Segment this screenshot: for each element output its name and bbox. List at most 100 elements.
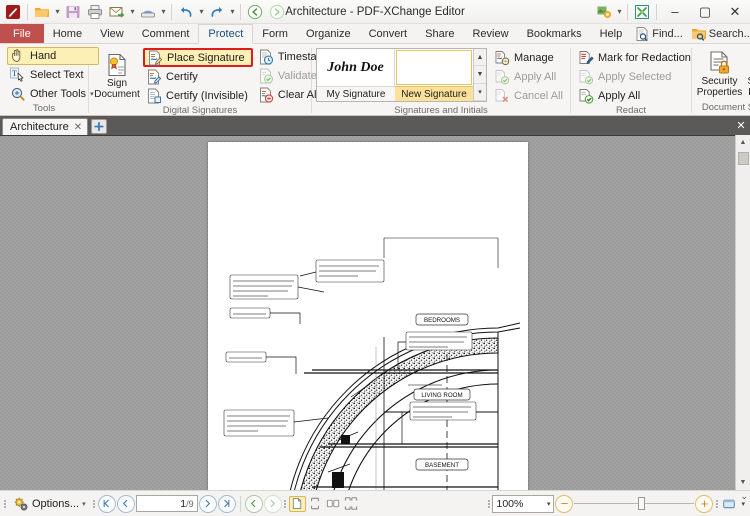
certify-invisible-label: Certify (Invisible) [166, 90, 248, 102]
email-button[interactable] [106, 1, 128, 22]
zoom-dropdown-caret[interactable]: ▾ [547, 500, 551, 508]
scan-button[interactable] [137, 1, 159, 22]
tab-convert[interactable]: Convert [360, 24, 417, 43]
document-tab-architecture[interactable]: Architecture ✕ [2, 118, 89, 135]
tab-review[interactable]: Review [463, 24, 517, 43]
room-label-living-room: LIVING ROOM [413, 388, 471, 401]
zoom-slider-knob[interactable] [638, 497, 646, 510]
qat-divider [27, 3, 28, 20]
fit-page-button[interactable] [720, 496, 737, 512]
tab-home[interactable]: Home [44, 24, 91, 43]
security-policies-button[interactable]: Security Policies [743, 47, 750, 101]
open-file-caret[interactable]: ▾ [53, 1, 62, 22]
vertical-scrollbar[interactable]: ▲ ▼ [735, 135, 750, 490]
certify-invisible-icon [146, 88, 162, 104]
zoom-out-button[interactable]: − [555, 494, 574, 513]
tab-comment[interactable]: Comment [133, 24, 199, 43]
layout-two-pages-button[interactable] [325, 496, 342, 512]
save-button[interactable] [62, 1, 84, 22]
cancel-all-signatures-button[interactable]: Cancel All [491, 87, 568, 105]
sign-document-button[interactable]: Sign Document [93, 49, 141, 103]
manage-signatures-button[interactable]: Manage [491, 49, 568, 67]
open-file-button[interactable] [31, 1, 53, 22]
menu-file[interactable]: File [0, 24, 44, 43]
new-tab-button[interactable] [91, 119, 108, 134]
close-button[interactable]: ✕ [720, 0, 750, 24]
scroll-track[interactable] [736, 150, 750, 475]
search-button[interactable]: Search... [688, 26, 750, 42]
tab-bookmarks[interactable]: Bookmarks [518, 24, 591, 43]
nav-back-button[interactable] [244, 1, 266, 22]
signature-gallery: John Doe My Signature New Signature ▲ ▼ … [316, 48, 487, 102]
new-signature-preview [396, 50, 472, 85]
signature-gallery-item-new-signature[interactable]: New Signature [395, 49, 473, 101]
pdf-page[interactable]: BEDROOMS LIVING ROOM BASEMENT [208, 142, 528, 490]
tab-form[interactable]: Form [253, 24, 297, 43]
apply-selected-redaction-icon [578, 69, 594, 85]
last-page-button[interactable] [217, 494, 236, 513]
page-canvas[interactable]: BEDROOMS LIVING ROOM BASEMENT [0, 135, 735, 490]
security-properties-button[interactable]: Security Properties [696, 47, 743, 101]
previous-page-button[interactable] [116, 494, 135, 513]
print-button[interactable] [84, 1, 106, 22]
other-tools-button[interactable]: Other Tools ▾ [7, 85, 99, 103]
document-tab-close-icon[interactable]: ✕ [74, 122, 82, 133]
first-page-button[interactable] [97, 494, 116, 513]
options-caret[interactable]: ▾ [82, 500, 86, 508]
place-signature-button[interactable]: Place Signature [143, 48, 253, 67]
redo-caret[interactable]: ▾ [228, 1, 237, 22]
hand-tool-button[interactable]: Hand [7, 47, 99, 65]
scroll-up-arrow[interactable]: ▲ [736, 135, 750, 150]
nav-forward-button[interactable] [266, 1, 288, 22]
gallery-expand[interactable]: ▾ [474, 83, 486, 101]
select-text-icon: T [10, 67, 26, 83]
security-properties-label-1: Security [701, 76, 738, 87]
scroll-down-arrow[interactable]: ▼ [736, 475, 750, 490]
zoom-in-button[interactable]: + [695, 494, 714, 513]
history-back-button[interactable] [244, 494, 263, 513]
tab-view[interactable]: View [91, 24, 133, 43]
email-caret[interactable]: ▾ [128, 1, 137, 22]
history-forward-button[interactable] [263, 494, 282, 513]
redo-button[interactable] [206, 1, 228, 22]
certify-button[interactable]: Certify [143, 68, 253, 86]
zoom-level-select[interactable]: 100% ▾ [492, 494, 555, 513]
zoom-slider[interactable] [574, 495, 695, 513]
close-all-tabs-button[interactable]: ✕ [732, 116, 750, 135]
select-text-button[interactable]: T Select Text [7, 66, 99, 84]
apply-all-signatures-button[interactable]: Apply All [491, 68, 568, 86]
app-menu-icon[interactable] [2, 1, 24, 22]
tab-protect[interactable]: Protect [198, 24, 254, 44]
layout-two-pages-continuous-button[interactable] [343, 496, 360, 512]
apply-all-redaction-icon [578, 88, 594, 104]
page-number-input[interactable]: 1 / 9 [135, 495, 198, 512]
capture-icon[interactable] [593, 1, 615, 22]
next-page-button[interactable] [198, 494, 217, 513]
tab-organize[interactable]: Organize [297, 24, 360, 43]
gallery-scroll-down[interactable]: ▼ [474, 66, 486, 84]
ribbon-expand-caret[interactable]: ⌄ [740, 491, 748, 502]
certify-invisible-button[interactable]: Certify (Invisible) [143, 87, 253, 105]
document-tab-label: Architecture [10, 121, 69, 133]
scroll-thumb[interactable] [738, 152, 749, 165]
apply-selected-redaction-button[interactable]: Apply Selected [575, 68, 696, 86]
apply-all-redaction-button[interactable]: Apply All [575, 87, 696, 105]
signature-gallery-item-my-signature[interactable]: John Doe My Signature [317, 49, 395, 101]
scan-caret[interactable]: ▾ [159, 1, 168, 22]
gallery-scroll-up[interactable]: ▲ [474, 49, 486, 67]
fullscreen-icon[interactable] [631, 1, 653, 22]
mark-for-redaction-button[interactable]: Mark for Redaction [575, 49, 696, 67]
options-button[interactable]: Options... ▾ [8, 494, 91, 514]
tab-share[interactable]: Share [416, 24, 463, 43]
search-icon [691, 26, 707, 42]
find-button[interactable]: Find... [631, 26, 686, 42]
validate-signatures-icon [258, 68, 274, 84]
minimize-button[interactable]: – [660, 0, 690, 24]
layout-continuous-button[interactable] [307, 496, 324, 512]
tab-help[interactable]: Help [591, 24, 632, 43]
capture-caret[interactable]: ▾ [615, 1, 624, 22]
undo-caret[interactable]: ▾ [197, 1, 206, 22]
maximize-button[interactable]: ▢ [690, 0, 720, 24]
undo-button[interactable] [175, 1, 197, 22]
layout-single-page-button[interactable] [288, 495, 306, 512]
